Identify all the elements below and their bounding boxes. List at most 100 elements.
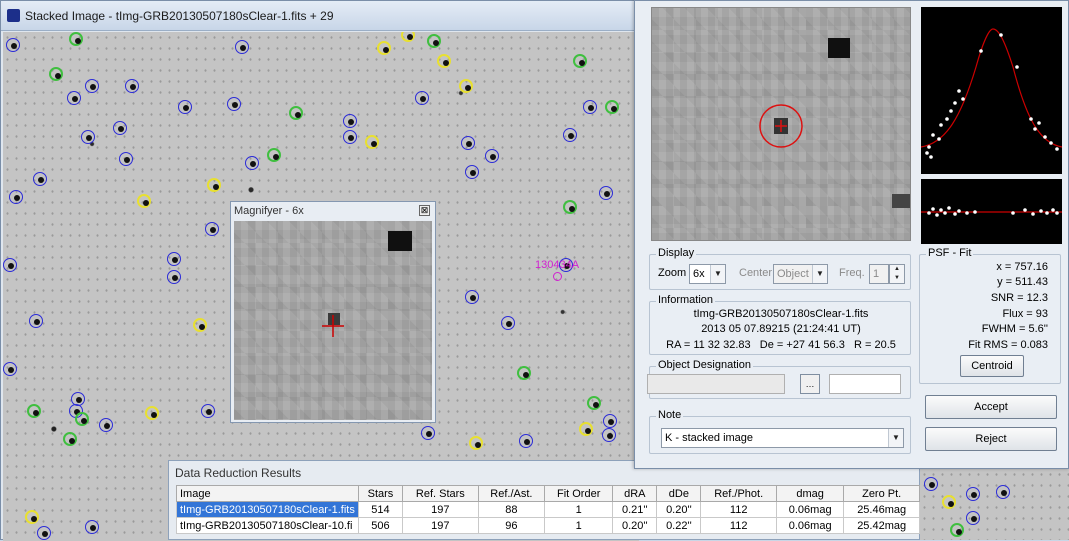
star-marker [599,186,613,200]
table-cell: 96 [477,517,546,534]
column-header[interactable]: Zero Pt. [843,485,920,502]
app-icon [7,9,20,22]
star-marker [85,79,99,93]
star-marker [942,495,956,509]
column-header[interactable]: dDe [656,485,702,502]
star-marker [137,194,151,208]
reject-button[interactable]: Reject [925,427,1057,451]
star-marker [517,366,531,380]
star-marker [29,314,43,328]
table-cell: 0.06mag [775,517,845,534]
freq-label: Freq. [839,267,865,279]
sky-image-strip [920,469,1069,540]
freq-input-value: 1 [873,268,880,280]
freq-input[interactable]: 1 [869,264,889,284]
star-marker [235,40,249,54]
table-cell: 0.21'' [612,501,658,518]
centroid-button[interactable]: Centroid [960,355,1024,377]
table-cell: 0.20'' [612,517,658,534]
star-marker [583,100,597,114]
bright-star-blob [388,231,412,251]
info-filename: tImg-GRB20130507180sClear-1.fits [693,308,869,320]
window-title: Stacked Image - tImg-GRB20130507180sClea… [25,9,334,23]
table-cell: 112 [700,517,777,534]
note-select-value: K - stacked image [665,432,754,444]
table-cell: 25.42mag [843,517,920,534]
star-marker [85,520,99,534]
star-marker [501,316,515,330]
zoom-select[interactable]: 6x ▼ [689,264,726,284]
results-table: Image Stars Ref. Stars Ref./Ast. Fit Ord… [176,485,920,534]
star-marker [485,149,499,163]
star-marker [81,130,95,144]
fit-fwhm-value: FWHM = 5.6'' [981,323,1048,335]
star-marker [178,100,192,114]
table-row[interactable]: tImg-GRB20130507180sClear-1.fits 514 197… [176,501,920,518]
display-group-title: Display [656,247,697,259]
star-marker [125,79,139,93]
star-marker [519,434,533,448]
comet-label: 130434A [535,259,580,271]
psf-fit-dialog: Display Zoom 6x ▼ Center Object ▼ Freq. … [634,0,1069,469]
magnifyer-view[interactable] [234,221,432,420]
column-header[interactable]: dmag [775,485,845,502]
object-designation-extra-field[interactable] [829,374,901,394]
note-group-title: Note [656,409,684,421]
accept-button[interactable]: Accept [925,395,1057,419]
star-marker [573,54,587,68]
column-header[interactable]: Ref./Phot. [700,485,777,502]
star-marker [63,432,77,446]
column-header[interactable]: Stars [357,485,404,502]
star-marker [27,404,41,418]
table-cell: tImg-GRB20130507180sClear-1.fits [176,501,359,518]
object-designation-field[interactable] [647,374,785,394]
star-marker [145,406,159,420]
window-title-bar[interactable]: Stacked Image - tImg-GRB20130507180sClea… [1,1,639,31]
star-marker [167,252,181,266]
bright-star-blob [828,38,850,58]
zoom-label: Zoom [658,267,687,279]
information-group-title: Information [656,294,716,306]
note-select[interactable]: K - stacked image ▼ [661,428,904,448]
table-cell: tImg-GRB20130507180sClear-10.fi [176,517,359,534]
zoom-view[interactable] [651,7,911,241]
star-marker [415,91,429,105]
star-marker [966,511,980,525]
column-header[interactable]: Fit Order [544,485,614,502]
table-cell: 1 [544,501,614,518]
star-marker [33,172,47,186]
freq-spinner[interactable]: ▲ ▼ [889,264,905,284]
residuals-plot [921,179,1062,244]
column-header[interactable]: Image [176,485,359,502]
info-datetime: 2013 05 07.89215 (21:24:41 UT) [701,323,861,335]
star-marker [469,436,483,450]
center-select[interactable]: Object ▼ [773,264,828,284]
fit-rms-value: Fit RMS = 0.083 [968,339,1048,351]
star-marker [996,485,1010,499]
star-marker [193,318,207,332]
column-header[interactable]: Ref. Stars [402,485,479,502]
magnifyer-title[interactable]: Magnifyer - 6x [231,202,435,220]
star-marker [69,32,83,46]
table-cell: 25.46mag [843,501,920,518]
table-cell: 1 [544,517,614,534]
psf-fit-group-title: PSF - Fit [926,247,974,259]
star-marker [966,487,980,501]
close-icon[interactable]: ⊠ [419,205,430,216]
star-marker [37,526,51,540]
star-marker [563,128,577,142]
column-header[interactable]: Ref./Ast. [477,485,546,502]
aperture-circle-icon [759,104,803,148]
star-marker [924,477,938,491]
star-marker [587,396,601,410]
chevron-down-icon: ▼ [812,265,827,283]
star-marker [343,130,357,144]
column-header[interactable]: dRA [612,485,658,502]
star-marker [67,91,81,105]
star-marker [25,510,39,524]
star-marker [6,38,20,52]
designation-lookup-button[interactable]: … [800,374,820,394]
table-row[interactable]: tImg-GRB20130507180sClear-10.fi 506 197 … [176,517,920,534]
table-cell: 88 [477,501,546,518]
table-cell: 0.06mag [775,501,845,518]
